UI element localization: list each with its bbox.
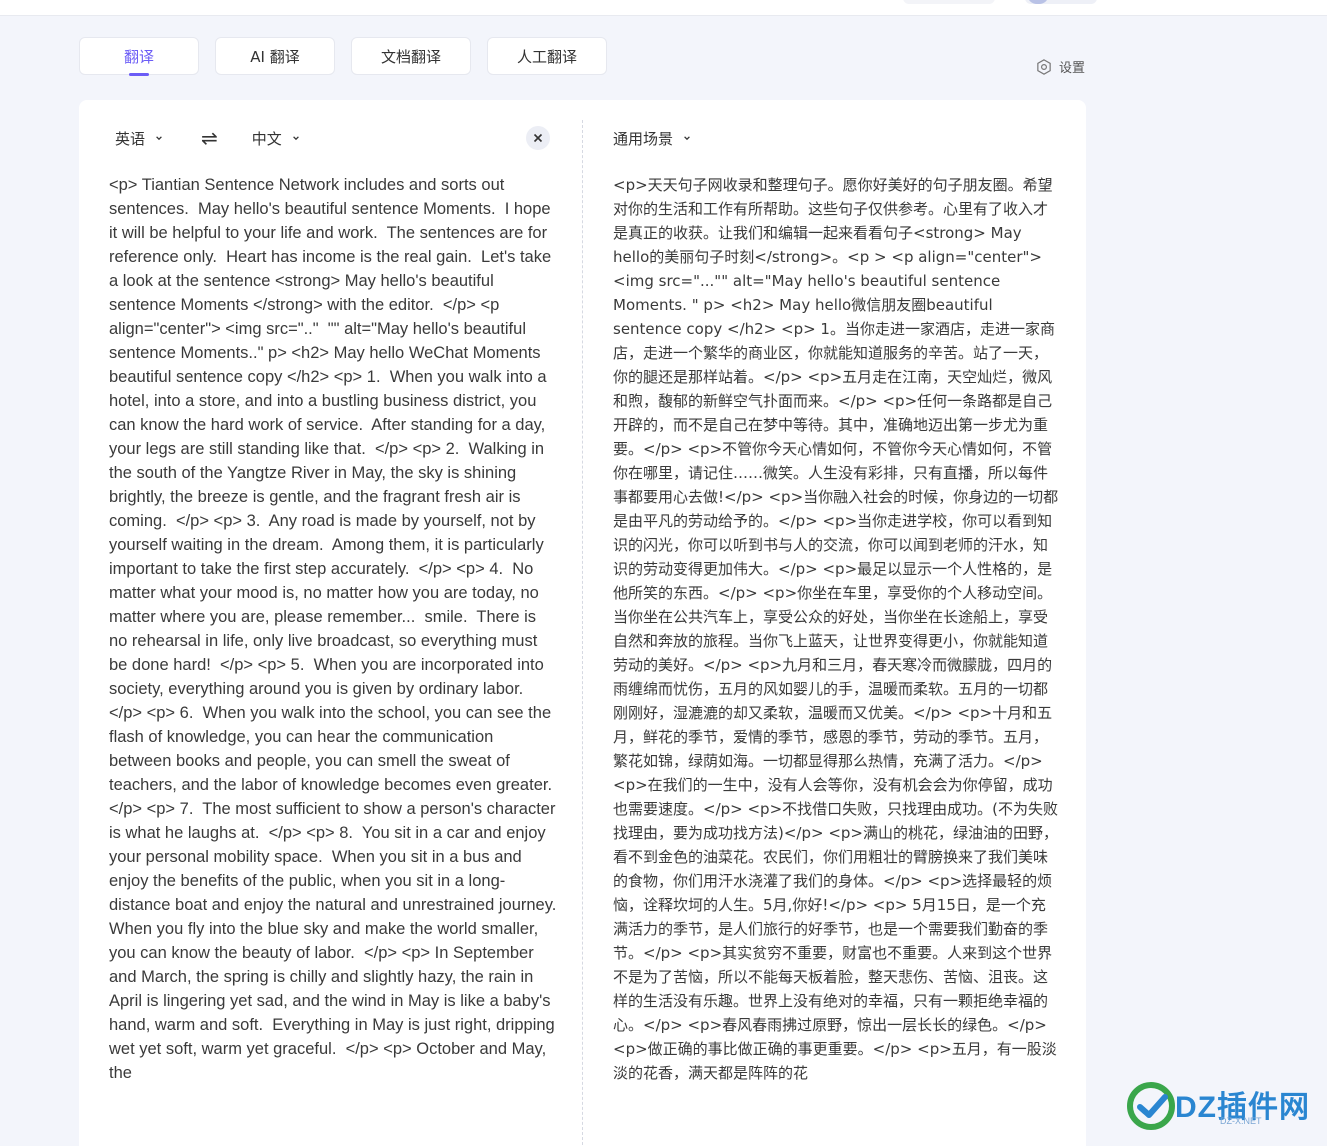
swap-languages-icon[interactable]: ⇌ — [201, 126, 218, 150]
translation-panel: 英语 ⇌ 中文 通用场景 <p> Tiantian Sentence Netwo… — [79, 100, 1086, 1146]
watermark-subtext: DZ-X.NET — [1220, 1116, 1262, 1126]
tab-document-translate[interactable]: 文档翻译 — [351, 37, 471, 75]
scene-label: 通用场景 — [613, 129, 674, 148]
translated-text-output: <p>天天句子网收录和整理句子。愿你好美好的句子朋友圈。希望对你的生活和工作有所… — [613, 176, 1059, 1082]
source-language-select[interactable]: 英语 — [115, 128, 163, 149]
close-icon — [533, 133, 543, 143]
top-nav-item[interactable] — [903, 0, 995, 4]
avatar[interactable] — [1027, 0, 1049, 4]
target-language-label: 中文 — [251, 129, 282, 148]
target-language-select[interactable]: 中文 — [252, 128, 300, 149]
tab-ai-translate[interactable]: AI 翻译 — [215, 37, 335, 75]
user-menu[interactable] — [1025, 0, 1097, 4]
translation-mode-tabs: 翻译 AI 翻译 文档翻译 人工翻译 — [79, 37, 607, 75]
watermark-logo: DZ插件网 DZ-X.NET — [1125, 1078, 1315, 1134]
tab-translate[interactable]: 翻译 — [79, 37, 199, 75]
scene-bar: 通用场景 — [613, 126, 691, 150]
settings-label: 设置 — [1059, 61, 1086, 76]
language-bar: 英语 ⇌ 中文 — [115, 126, 300, 150]
checkmark-logo-icon — [1127, 1082, 1175, 1130]
settings-button[interactable]: 设置 — [1035, 57, 1085, 76]
chevron-down-icon — [156, 136, 162, 141]
tab-human-translate[interactable]: 人工翻译 — [487, 37, 607, 75]
chevron-down-icon — [684, 136, 690, 141]
clear-text-button[interactable] — [526, 126, 550, 150]
top-navigation-bar — [0, 0, 1327, 16]
panel-divider — [582, 120, 583, 1146]
gear-icon — [1037, 58, 1051, 75]
chevron-down-icon — [292, 136, 299, 141]
source-text-input[interactable]: <p> Tiantian Sentence Network includes a… — [109, 173, 557, 1085]
source-language-label: 英语 — [115, 129, 146, 148]
scene-select[interactable]: 通用场景 — [613, 128, 691, 149]
